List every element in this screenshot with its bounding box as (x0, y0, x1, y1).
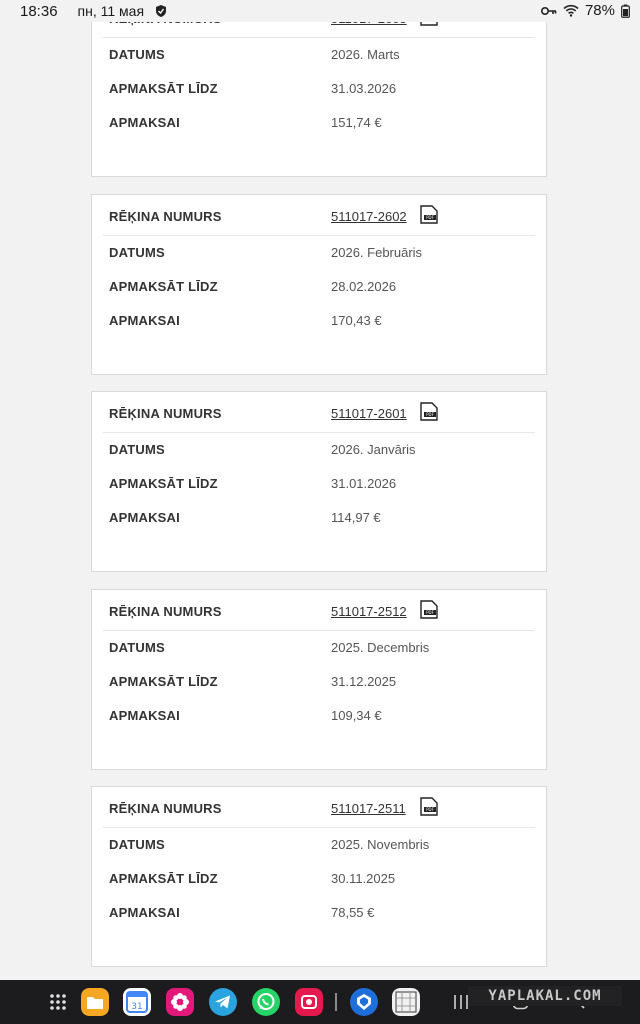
invoice-number-link[interactable]: 511017-2512 (331, 604, 407, 619)
pdf-icon[interactable]: PDF (420, 205, 438, 224)
date-value: 2026. Marts (331, 47, 400, 62)
amount-value: 151,74 € (331, 115, 382, 130)
amount-row: APMAKSAI 78,55 € (92, 905, 546, 925)
status-icons: 78% (540, 2, 630, 19)
key-icon (540, 6, 557, 15)
status-time: 18:36 (20, 2, 58, 20)
apps-grid-icon[interactable] (44, 988, 72, 1016)
invoice-list: RĒĶINA NUMURS 511017-2603 PDF DATUMS 202… (0, 0, 640, 980)
amount-label: APMAKSAI (109, 510, 180, 525)
amount-label: APMAKSAI (109, 708, 180, 723)
taskbar-divider (335, 993, 337, 1011)
due-value: 30.11.2025 (331, 871, 396, 886)
shield-app-icon[interactable] (350, 988, 378, 1016)
invoice-number-label: RĒĶINA NUMURS (109, 209, 222, 224)
due-row: APMAKSĀT LĪDZ 31.01.2026 (92, 476, 546, 496)
sudoku-icon[interactable] (392, 988, 420, 1016)
date-label: DATUMS (109, 442, 165, 457)
date-label: DATUMS (109, 837, 165, 852)
amount-value: 109,34 € (331, 708, 382, 723)
divider (103, 630, 535, 631)
date-label: DATUMS (109, 245, 165, 260)
invoice-number-label: RĒĶINA NUMURS (109, 604, 222, 619)
battery-icon (621, 4, 630, 18)
status-date: пн, 11 мая (77, 3, 145, 19)
camera-icon[interactable] (295, 988, 323, 1016)
due-row: APMAKSĀT LĪDZ 30.11.2025 (92, 871, 546, 891)
invoice-number-link[interactable]: 511017-2601 (331, 406, 407, 421)
files-icon[interactable] (81, 988, 109, 1016)
telegram-icon[interactable] (209, 988, 237, 1016)
invoice-date-row: DATUMS 2025. Novembris (92, 837, 546, 857)
due-label: APMAKSĀT LĪDZ (109, 279, 218, 294)
due-row: APMAKSĀT LĪDZ 31.03.2026 (92, 81, 546, 101)
due-value: 31.01.2026 (331, 476, 397, 491)
wifi-icon (563, 4, 579, 17)
battery-level: 78% (584, 2, 615, 19)
date-value: 2026. Janvāris (331, 442, 416, 457)
svg-text:PDF: PDF (426, 807, 434, 812)
amount-value: 78,55 € (331, 905, 375, 920)
invoice-date-row: DATUMS 2026. Marts (92, 47, 546, 67)
amount-row: APMAKSAI 151,74 € (92, 115, 546, 135)
due-label: APMAKSĀT LĪDZ (109, 674, 218, 689)
invoice-number-link[interactable]: 511017-2511 (331, 801, 406, 816)
invoice-number-row: RĒĶINA NUMURS 511017-2511 PDF (92, 797, 546, 821)
pdf-icon[interactable]: PDF (420, 797, 438, 816)
invoice-number-row: RĒĶINA NUMURS 511017-2512 PDF (92, 600, 546, 624)
divider (103, 37, 535, 38)
flower-app-icon[interactable] (166, 988, 194, 1016)
invoice-number-row: RĒĶINA NUMURS 511017-2602 PDF (92, 205, 546, 229)
svg-text:PDF: PDF (426, 215, 434, 220)
invoice-number-label: RĒĶINA NUMURS (109, 406, 222, 421)
whatsapp-icon[interactable] (252, 988, 280, 1016)
amount-label: APMAKSAI (109, 115, 180, 130)
invoice-card: RĒĶINA NUMURS 511017-2601 PDF DATUMS 202… (91, 391, 547, 572)
date-value: 2025. Novembris (331, 837, 430, 852)
calendar-icon[interactable]: 31 (123, 988, 151, 1016)
divider (103, 432, 535, 433)
watermark: YAPLAKAL.COM (468, 986, 622, 1006)
invoice-card: RĒĶINA NUMURS 511017-2511 PDF DATUMS 202… (91, 786, 547, 967)
due-label: APMAKSĀT LĪDZ (109, 476, 218, 491)
amount-label: APMAKSAI (109, 313, 180, 328)
date-label: DATUMS (109, 47, 165, 62)
shield-icon (156, 5, 167, 17)
invoice-card: RĒĶINA NUMURS 511017-2603 PDF DATUMS 202… (91, 0, 547, 177)
date-value: 2025. Decembris (331, 640, 430, 655)
amount-value: 170,43 € (331, 313, 382, 328)
amount-value: 114,97 € (331, 510, 381, 525)
invoice-date-row: DATUMS 2026. Februāris (92, 245, 546, 265)
invoice-number-link[interactable]: 511017-2602 (331, 209, 407, 224)
svg-text:PDF: PDF (426, 412, 434, 417)
invoice-card: RĒĶINA NUMURS 511017-2512 PDF DATUMS 202… (91, 589, 547, 770)
due-row: APMAKSĀT LĪDZ 28.02.2026 (92, 279, 546, 299)
svg-text:31: 31 (131, 1002, 142, 1012)
pdf-icon[interactable]: PDF (420, 600, 438, 619)
amount-row: APMAKSAI 109,34 € (92, 708, 546, 728)
due-value: 31.12.2025 (331, 674, 397, 689)
invoice-date-row: DATUMS 2026. Janvāris (92, 442, 546, 462)
amount-row: APMAKSAI 114,97 € (92, 510, 546, 530)
divider (103, 235, 535, 236)
due-label: APMAKSĀT LĪDZ (109, 871, 218, 886)
date-label: DATUMS (109, 640, 165, 655)
invoice-card: RĒĶINA NUMURS 511017-2602 PDF DATUMS 202… (91, 194, 547, 375)
amount-row: APMAKSAI 170,43 € (92, 313, 546, 333)
date-value: 2026. Februāris (331, 245, 423, 260)
amount-label: APMAKSAI (109, 905, 180, 920)
due-label: APMAKSĀT LĪDZ (109, 81, 218, 96)
due-value: 28.02.2026 (331, 279, 397, 294)
svg-text:PDF: PDF (426, 610, 434, 615)
due-value: 31.03.2026 (331, 81, 397, 96)
due-row: APMAKSĀT LĪDZ 31.12.2025 (92, 674, 546, 694)
invoice-date-row: DATUMS 2025. Decembris (92, 640, 546, 660)
invoice-number-label: RĒĶINA NUMURS (109, 801, 222, 816)
pdf-icon[interactable]: PDF (420, 402, 438, 421)
divider (103, 827, 535, 828)
invoice-number-row: RĒĶINA NUMURS 511017-2601 PDF (92, 402, 546, 426)
status-bar: 18:36 пн, 11 мая 78% (0, 0, 640, 22)
